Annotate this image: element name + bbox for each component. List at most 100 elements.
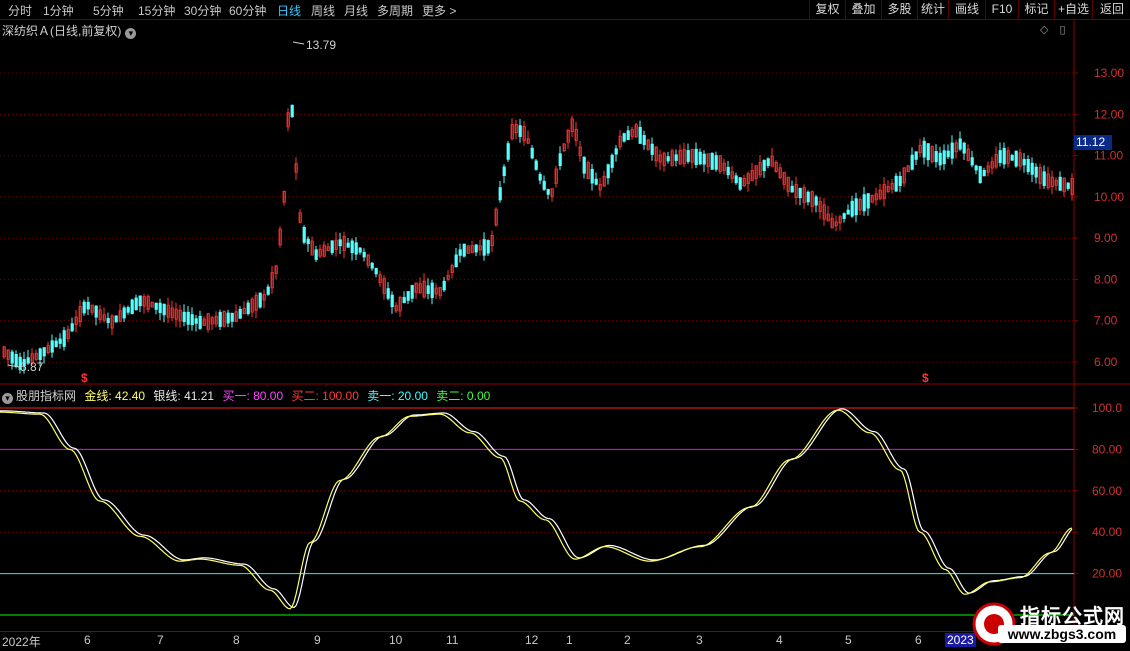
buy1-value: 买一: 80.00 xyxy=(222,389,284,403)
candle-body xyxy=(462,243,466,257)
add-watchlist-button[interactable]: +自选 xyxy=(1054,0,1092,19)
date-label: 7 xyxy=(157,633,164,647)
candle-body xyxy=(594,178,598,185)
candle-body xyxy=(486,240,490,254)
candle-body xyxy=(50,340,54,353)
statistics-button[interactable]: 统计 xyxy=(917,0,948,19)
candle-body xyxy=(226,312,230,324)
layout-icon[interactable]: ▯ xyxy=(1060,24,1066,36)
candle-body xyxy=(106,318,110,324)
price-axis-label: 13.00 xyxy=(1094,66,1124,80)
buy2-value: 买二: 100.00 xyxy=(291,389,359,403)
candle-body xyxy=(846,209,850,215)
candle-body xyxy=(122,307,126,319)
stock-title[interactable]: 深纺织Ａ(日线,前复权) ▾ xyxy=(2,22,137,39)
candle-body xyxy=(58,338,62,344)
last-price-tag: 11.12 xyxy=(1074,135,1112,150)
price-axis-label: 7.00 xyxy=(1094,314,1118,328)
period-60min[interactable]: 60分钟 xyxy=(229,2,266,19)
chart-canvas[interactable]: 13.00 12.00 11.00 10.00 9.00 8.00 7.00 6.00 100.… xyxy=(0,0,1130,650)
date-label: 4 xyxy=(776,633,783,647)
f10-button[interactable]: F10 xyxy=(985,0,1018,19)
back-button[interactable]: 返回 xyxy=(1092,0,1130,19)
candle-body xyxy=(350,240,354,254)
low-price-label: 5.87 xyxy=(20,360,44,374)
indicator-name[interactable]: 股朋指标网 xyxy=(16,389,76,403)
period-more[interactable]: 更多 > xyxy=(422,2,456,19)
candle-body xyxy=(218,311,222,327)
period-15min[interactable]: 15分钟 xyxy=(138,2,175,19)
candle-body xyxy=(14,353,18,367)
candle-body xyxy=(910,154,914,170)
candle-body xyxy=(1026,158,1030,172)
draw-line-button[interactable]: 画线 xyxy=(948,0,985,19)
indicator-axis-label: 100.0 xyxy=(1092,401,1122,415)
period-minute-timeline[interactable]: 分时 xyxy=(8,2,32,19)
chevron-down-icon[interactable]: ▾ xyxy=(125,28,137,39)
candle-body xyxy=(94,305,98,318)
period-daily[interactable]: 日线 xyxy=(277,2,301,19)
indicator-axis-label: 60.00 xyxy=(1092,484,1122,498)
candle-body xyxy=(54,340,58,348)
date-label: 6 xyxy=(84,633,91,647)
chevron-down-icon[interactable]: ▾ xyxy=(2,393,13,404)
candle-body xyxy=(842,213,846,219)
candle-body xyxy=(474,244,478,253)
candle-body xyxy=(138,295,142,307)
candle-body xyxy=(506,143,510,160)
candle-body xyxy=(642,135,646,146)
mark-button[interactable]: 标记 xyxy=(1018,0,1054,19)
candle-body xyxy=(38,348,42,361)
signal-marker: $ xyxy=(81,371,88,385)
candle-body xyxy=(314,249,318,260)
indicator-axis-label: 40.00 xyxy=(1092,525,1122,539)
candle-body xyxy=(62,330,66,347)
candle-body xyxy=(502,166,506,177)
period-multi[interactable]: 多周期 xyxy=(377,2,413,19)
candle-body xyxy=(978,166,982,183)
period-1min[interactable]: 1分钟 xyxy=(43,2,74,19)
candle-body xyxy=(1030,162,1034,175)
candle-body xyxy=(710,152,714,170)
candle-body xyxy=(306,238,310,245)
date-label: 12 xyxy=(525,633,539,647)
indicator-header: ▾ 股朋指标网 金线: 42.40 银线: 41.21 买一: 80.00 买二:… xyxy=(2,387,495,404)
candle-body xyxy=(798,188,802,199)
candle-body xyxy=(558,153,562,166)
period-30min[interactable]: 30分钟 xyxy=(184,2,221,19)
candle-body xyxy=(1010,154,1014,161)
restore-rights-button[interactable]: 复权 xyxy=(809,0,845,19)
candle-body xyxy=(1042,171,1046,186)
candle-body xyxy=(970,157,974,166)
candle-body xyxy=(82,301,86,314)
overlay-button[interactable]: 叠加 xyxy=(845,0,881,19)
candle-body xyxy=(814,196,818,206)
candle-body xyxy=(1066,182,1070,189)
multi-stock-button[interactable]: 多股 xyxy=(881,0,917,19)
diamond-icon[interactable]: ◇ xyxy=(1040,24,1048,36)
indicator-axis-label: 80.00 xyxy=(1092,442,1122,456)
candle-body xyxy=(926,143,930,161)
candle-body xyxy=(738,177,742,190)
date-label: 2022年 xyxy=(2,635,41,649)
candle-body xyxy=(130,299,134,315)
candle-body xyxy=(922,140,926,158)
candle-body xyxy=(182,311,186,323)
date-label: 6 xyxy=(915,633,922,647)
period-5min[interactable]: 5分钟 xyxy=(93,2,124,19)
candle-body xyxy=(942,150,946,165)
candle-body xyxy=(726,166,730,176)
candle-body xyxy=(534,160,538,170)
period-monthly[interactable]: 月线 xyxy=(344,2,368,19)
period-weekly[interactable]: 周线 xyxy=(311,2,335,19)
candle-body xyxy=(190,314,194,326)
candle-body xyxy=(70,323,74,332)
stock-title-text: 深纺织Ａ(日线,前复权) xyxy=(2,24,122,38)
candle-body xyxy=(698,151,702,165)
candle-body xyxy=(302,226,306,243)
date-label: 8 xyxy=(233,633,240,647)
candle-body xyxy=(1014,150,1018,167)
candle-body xyxy=(734,175,738,184)
candle-body xyxy=(894,175,898,192)
candle-body xyxy=(126,307,130,313)
